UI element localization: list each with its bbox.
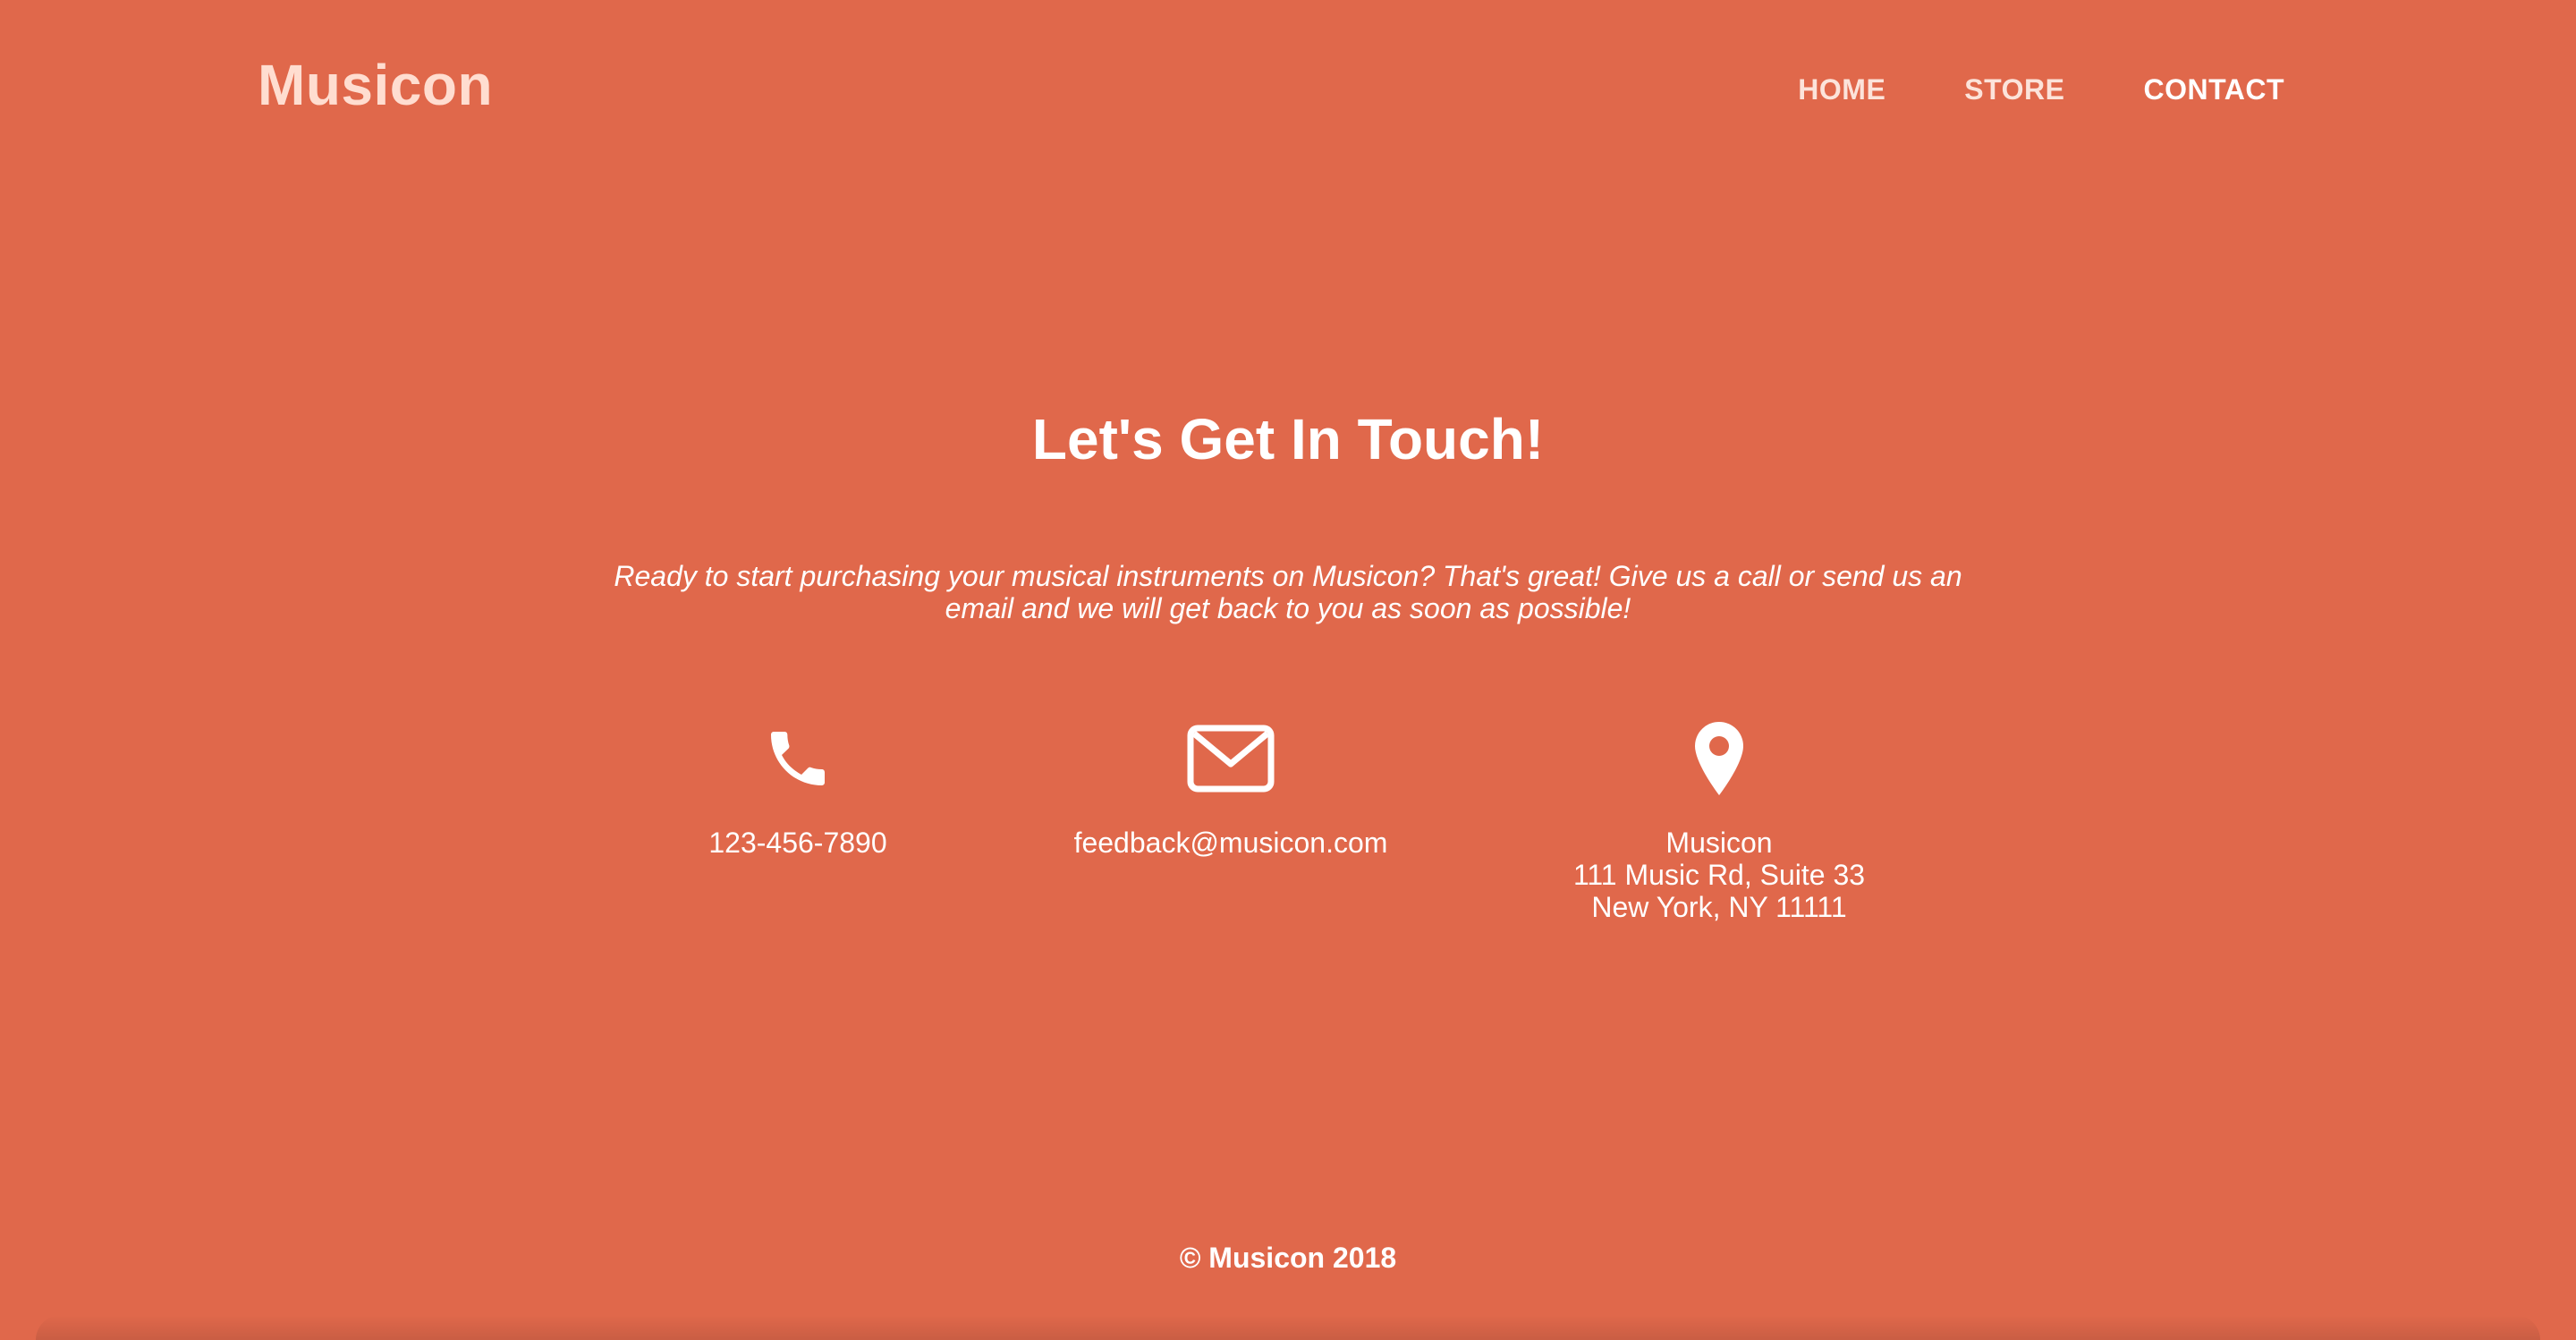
footer-copyright: © Musicon 2018: [1179, 1242, 1397, 1274]
envelope-icon: [980, 716, 1481, 801]
contact-address: Musicon 111 Music Rd, Suite 33 New York,…: [1469, 716, 1970, 923]
contact-email: feedback@musicon.com: [980, 716, 1481, 859]
page-heading: Let's Get In Touch!: [1031, 407, 1545, 471]
address-line-1: Musicon: [1665, 827, 1773, 859]
contact-phone: 123-456-7890: [547, 716, 1048, 859]
nav-home-link[interactable]: HOME: [1798, 73, 1885, 106]
phone-number[interactable]: 123-456-7890: [547, 827, 1048, 859]
brand-logo[interactable]: Musicon: [258, 52, 493, 118]
page: Musicon HOME STORE CONTACT Let's Get In …: [0, 0, 2576, 1340]
map-pin-icon: [1469, 716, 1970, 801]
main-nav: HOME STORE CONTACT: [1798, 73, 2284, 106]
phone-icon: [547, 716, 1048, 801]
nav-contact-link[interactable]: CONTACT: [2143, 73, 2284, 106]
nav-store-link[interactable]: STORE: [1964, 73, 2064, 106]
intro-text: Ready to start purchasing your musical i…: [614, 560, 1962, 624]
email-address[interactable]: feedback@musicon.com: [980, 827, 1481, 859]
address-line-2: 111 Music Rd, Suite 33: [1572, 859, 1866, 891]
footer-shadow: [36, 1315, 2540, 1340]
address-line-3: New York, NY 11111: [1591, 891, 1847, 923]
